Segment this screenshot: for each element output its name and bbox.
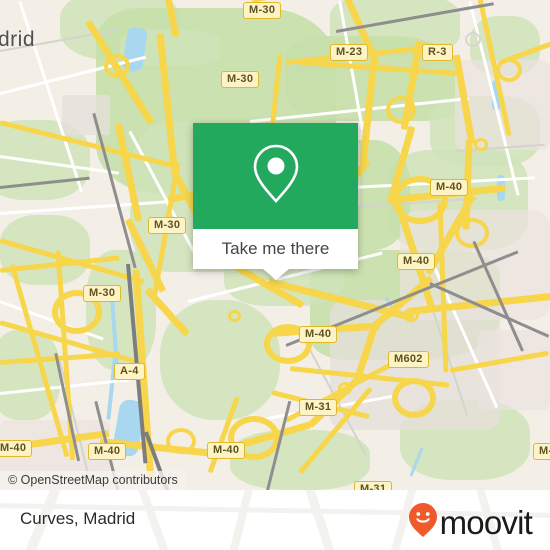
take-me-there-label: Take me there <box>221 239 330 258</box>
footer-decoration <box>301 490 340 550</box>
road-shield: M-31 <box>354 481 393 490</box>
road-shield: M-31 <box>299 399 338 416</box>
roundabout <box>228 310 241 322</box>
footer-bar: Curves, Madrid moovit <box>0 490 550 550</box>
road-shield: M-23 <box>330 44 369 61</box>
urban-area <box>62 95 110 135</box>
road-shield: A-4 <box>114 363 145 380</box>
highway-interchange <box>166 428 196 454</box>
place-title: Curves, Madrid <box>20 509 136 528</box>
road-shield: M-40 <box>0 440 33 457</box>
highway-interchange <box>104 54 130 78</box>
moovit-map-screenshot: drid M-30 M-30 M-23 R-3 M-40 M-30 M-40 M-30 M-40… <box>0 0 550 550</box>
road-shield: M-40 <box>207 442 246 459</box>
roundabout <box>474 138 488 151</box>
highway-interchange <box>455 218 489 248</box>
popup-pointer-tail <box>262 269 289 280</box>
road-shield: M-30 <box>83 285 122 302</box>
footer-decoration <box>133 490 175 550</box>
road-shield: M- <box>533 443 550 460</box>
road-shield: M-30 <box>148 217 187 234</box>
junction-marker <box>465 32 481 47</box>
city-label: drid <box>0 28 36 51</box>
road-shield: M-30 <box>221 71 260 88</box>
road-shield: R-3 <box>422 44 453 61</box>
road-shield: M-40 <box>397 253 436 270</box>
osm-attribution[interactable]: © OpenStreetMap contributors <box>0 471 186 490</box>
highway-interchange <box>392 378 436 418</box>
road-shield: M-40 <box>88 443 127 460</box>
map-canvas[interactable]: drid M-30 M-30 M-23 R-3 M-40 M-30 M-40 M-30 M-40… <box>0 0 550 490</box>
road-shield: M-30 <box>243 2 282 19</box>
highway-interchange <box>386 96 416 124</box>
moovit-wordmark: moovit <box>439 503 533 541</box>
popup-action-area[interactable]: Take me there <box>193 229 358 269</box>
moovit-brand-logo[interactable]: moovit <box>408 502 533 543</box>
road-shield: M602 <box>388 351 429 368</box>
highway-interchange <box>496 58 522 82</box>
map-pin-icon <box>251 143 301 210</box>
moovit-smiley-pin-icon <box>408 502 438 543</box>
footer-decoration <box>225 490 255 550</box>
roundabout <box>338 382 352 395</box>
road-shield: M-40 <box>299 326 338 343</box>
road-shield: M-40 <box>430 179 469 196</box>
location-popup-card[interactable]: Take me there <box>193 123 358 280</box>
popup-icon-area <box>193 123 358 229</box>
roundabout <box>403 308 419 322</box>
urban-area <box>478 330 550 410</box>
